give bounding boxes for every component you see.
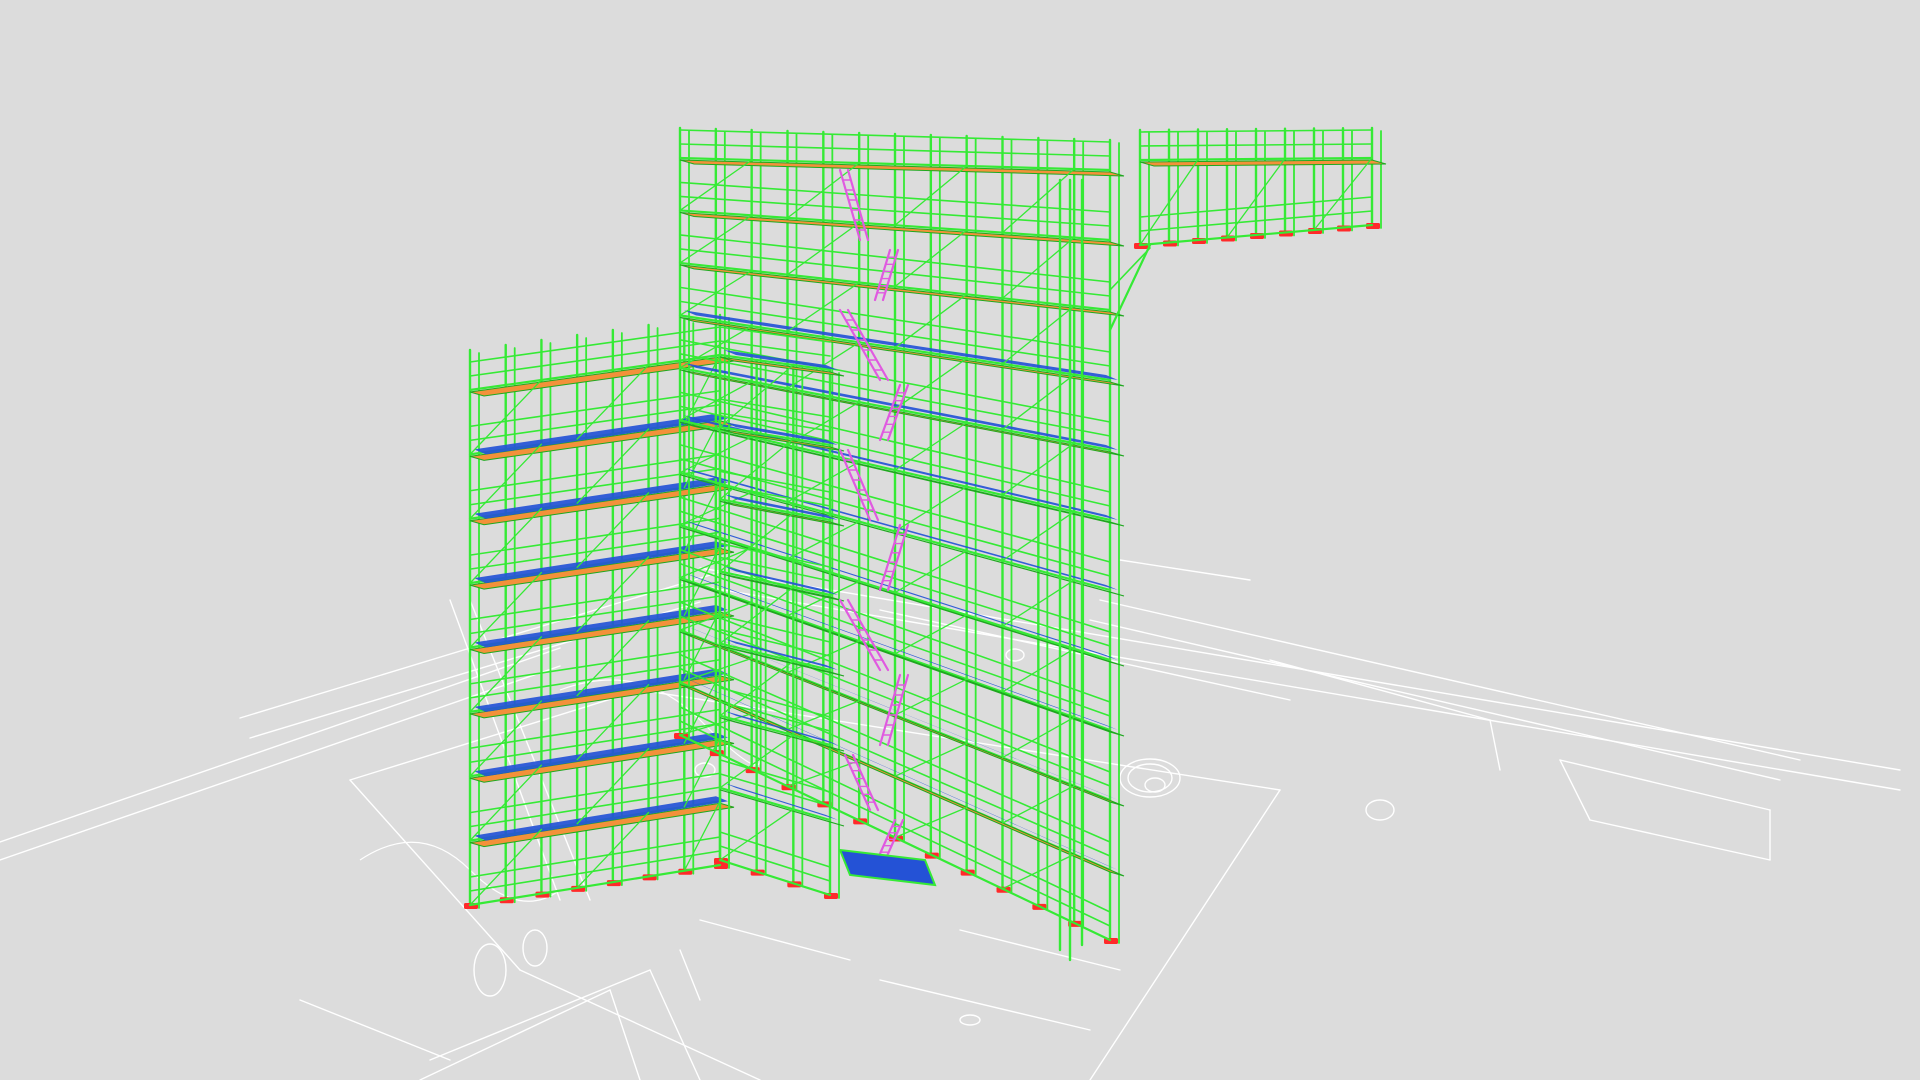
floorplan-line bbox=[1099, 599, 1801, 761]
ledger bbox=[468, 353, 722, 392]
floorplan-circle bbox=[522, 929, 548, 967]
floorplan-circle bbox=[473, 943, 507, 997]
deck-board bbox=[469, 611, 735, 655]
overhang-strut bbox=[1109, 247, 1151, 291]
floorplan-line bbox=[1489, 719, 1501, 771]
deck-board bbox=[719, 789, 845, 827]
floorplan-line bbox=[699, 585, 1901, 791]
floor-plan-underlay bbox=[0, 559, 1901, 1080]
floorplan-line bbox=[679, 949, 701, 1001]
steel-deck bbox=[684, 467, 1118, 590]
floorplan-circle bbox=[1365, 799, 1395, 821]
deck-board bbox=[469, 802, 735, 848]
floorplan-line bbox=[879, 979, 1091, 1031]
floorplan-line bbox=[519, 969, 761, 1080]
floorplan-curve bbox=[359, 841, 561, 902]
floorplan-circle bbox=[1127, 763, 1173, 793]
deck-board bbox=[1139, 159, 1387, 167]
scaffold-structure bbox=[464, 126, 1387, 962]
guardrail bbox=[719, 773, 831, 807]
guardrail bbox=[719, 845, 831, 882]
ledger bbox=[718, 714, 832, 747]
deck-board bbox=[679, 211, 1125, 247]
floorplan-line bbox=[1559, 759, 1591, 821]
ledger bbox=[718, 858, 832, 897]
floorplan-line bbox=[0, 647, 561, 843]
floorplan-line bbox=[299, 999, 451, 1061]
floorplan-line bbox=[349, 689, 641, 781]
deck-board bbox=[719, 572, 845, 602]
ledger bbox=[718, 786, 832, 822]
model-viewport[interactable] bbox=[0, 0, 1920, 1080]
floorplan-line bbox=[699, 919, 851, 961]
floorplan-line bbox=[609, 989, 641, 1080]
overhang-strut bbox=[1108, 243, 1152, 332]
steel-deck bbox=[474, 668, 728, 712]
facade-top-overhang bbox=[1134, 126, 1387, 249]
floorplan-line bbox=[1559, 759, 1771, 811]
steel-deck bbox=[474, 796, 728, 841]
floorplan-line bbox=[1589, 819, 1771, 861]
steel-deck bbox=[684, 520, 1118, 660]
ledger bbox=[718, 642, 832, 672]
floorplan-line bbox=[419, 989, 611, 1080]
facade-left-wing bbox=[464, 313, 735, 909]
scaffold-3d-scene[interactable] bbox=[0, 0, 1920, 1080]
ledger bbox=[1138, 156, 1374, 162]
guardrail bbox=[1139, 129, 1373, 133]
guardrail bbox=[719, 542, 831, 568]
floorplan-line bbox=[959, 929, 1121, 971]
guardrail bbox=[719, 686, 831, 718]
guardrail bbox=[719, 831, 831, 868]
floorplan-circle bbox=[1005, 648, 1025, 662]
floorplan-circle bbox=[959, 1014, 981, 1026]
floorplan-line bbox=[1269, 659, 1491, 721]
floorplan-line bbox=[649, 969, 701, 1080]
floorplan-line bbox=[1119, 559, 1251, 581]
guardrail bbox=[1139, 143, 1373, 147]
guardrail bbox=[469, 326, 721, 363]
floorplan-line bbox=[1089, 619, 1781, 781]
floorplan-line bbox=[0, 665, 561, 861]
bottom-landing-deck bbox=[838, 848, 937, 887]
deck-board bbox=[469, 356, 735, 397]
